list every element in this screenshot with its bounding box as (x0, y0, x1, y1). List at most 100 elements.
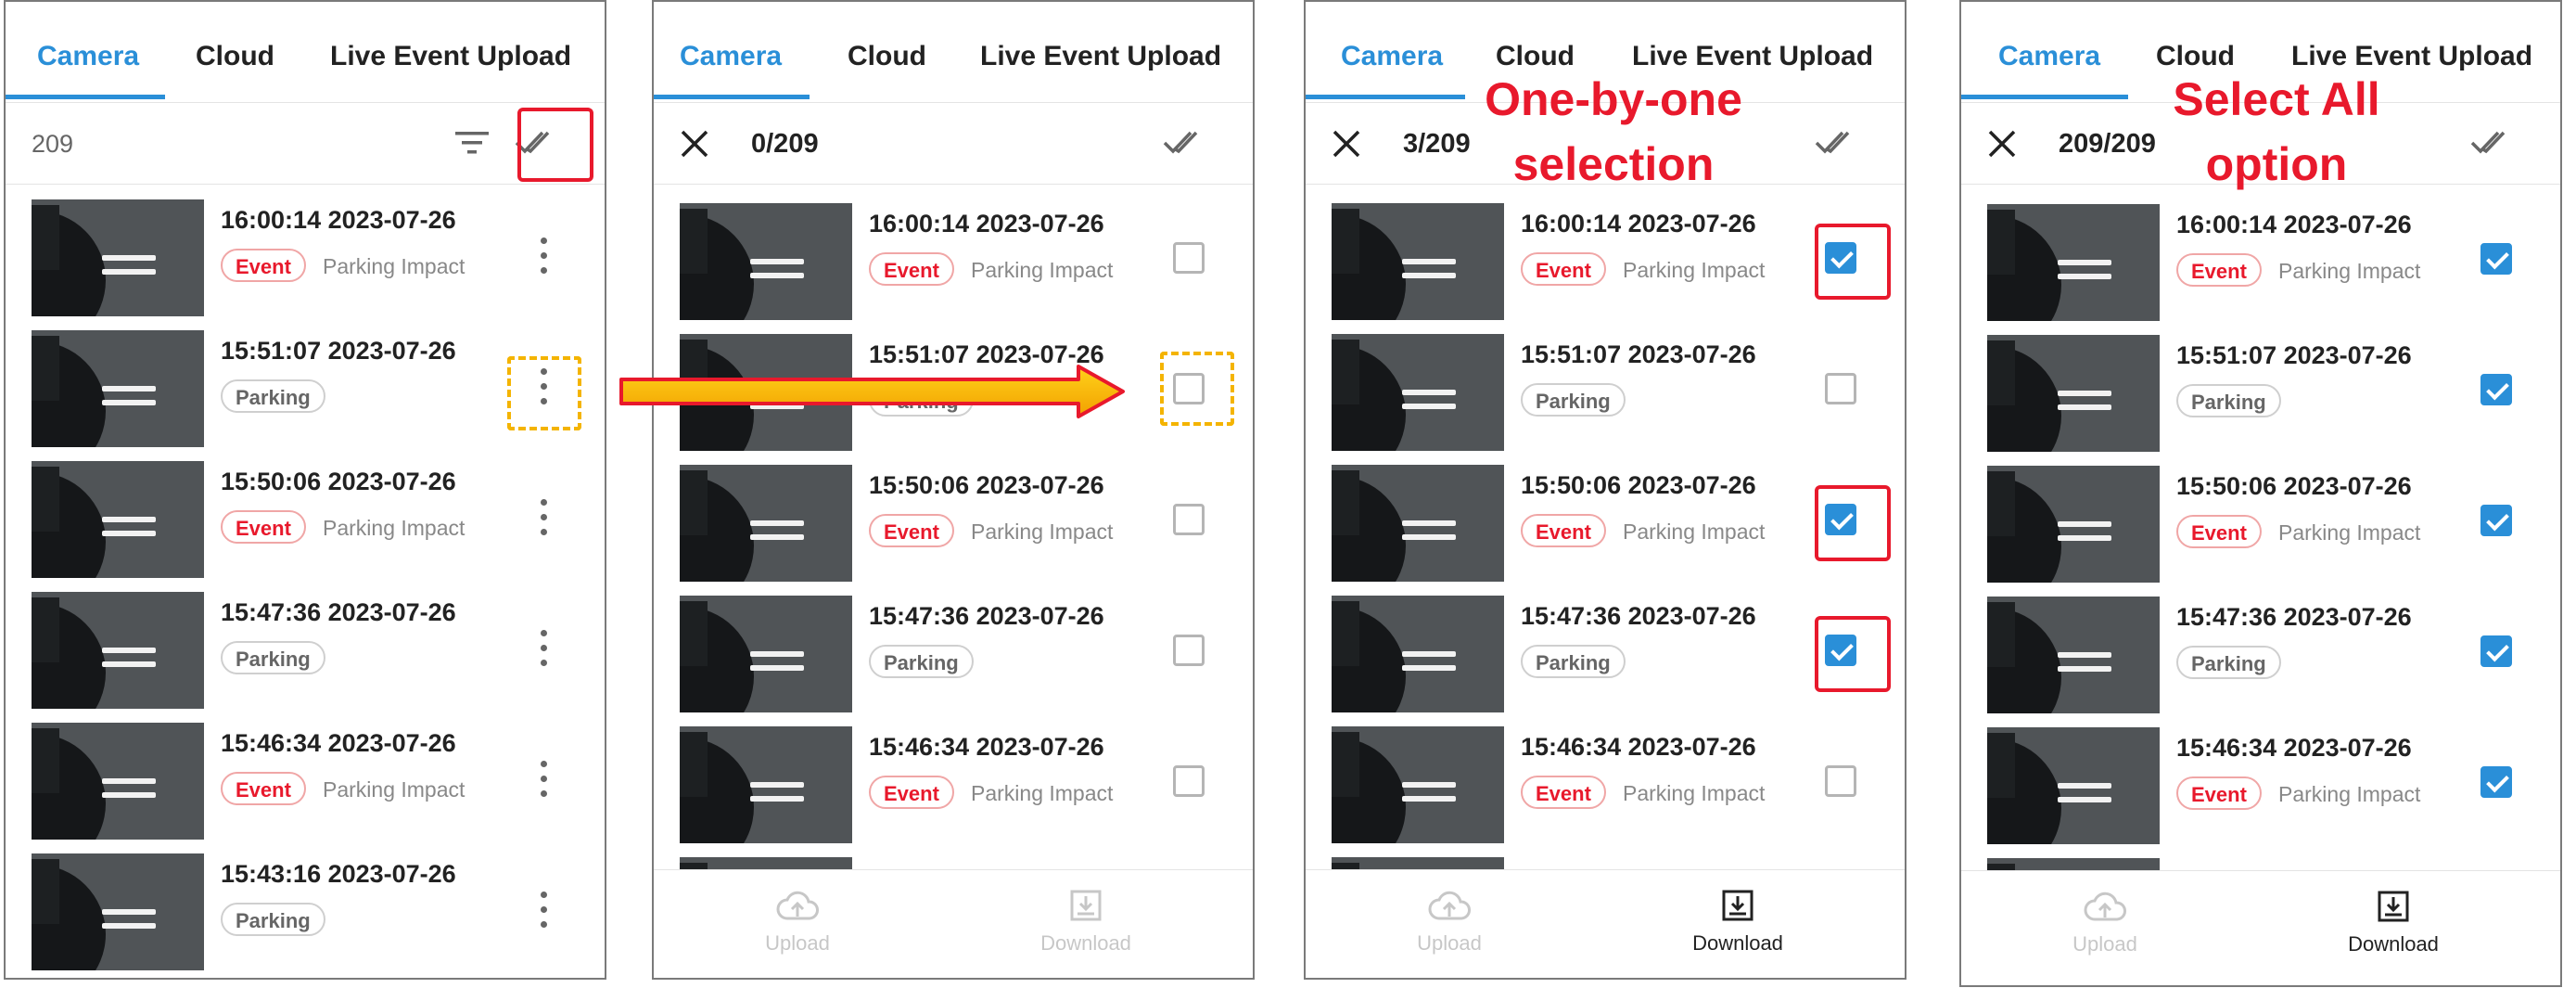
video-thumbnail (1332, 334, 1504, 451)
select-checkbox[interactable] (1825, 373, 1856, 404)
highlight-more-icon (507, 356, 581, 430)
video-type: Parking Impact (1623, 781, 1766, 805)
video-type: Parking Impact (323, 777, 465, 802)
video-time: 16:00:14 2023-07-26 (869, 210, 1104, 237)
panel-list-view: Camera Cloud Live Event Upload 209 16:00… (4, 0, 606, 980)
upload-button[interactable]: Upload (2012, 890, 2198, 956)
highlight-checked-box (1815, 224, 1891, 300)
list-item[interactable]: 15:47:36 2023-07-26 Parking (654, 591, 1253, 721)
panel-select-mode: Camera Cloud Live Event Upload 0/209 16:… (652, 0, 1255, 980)
download-button[interactable]: Download (1645, 889, 1830, 956)
tab-live-event-upload[interactable]: Live Event Upload (980, 41, 1221, 72)
video-thumbnail (1332, 465, 1504, 582)
select-checkbox[interactable] (2480, 505, 2512, 536)
download-label: Download (1040, 931, 1131, 955)
select-checkbox[interactable] (1173, 765, 1205, 797)
tab-live-event-upload[interactable]: Live Event Upload (330, 41, 571, 72)
tab-camera[interactable]: Camera (680, 41, 782, 72)
tab-camera[interactable]: Camera (37, 41, 139, 72)
video-time: 16:00:14 2023-07-26 (2176, 211, 2412, 238)
download-button[interactable]: Download (2301, 890, 2486, 956)
highlight-select-all-icon (517, 108, 593, 182)
video-type: Parking Impact (1623, 520, 1766, 544)
list-item[interactable]: 15:46:34 2023-07-26 Event Parking Impact (1961, 723, 2560, 853)
video-thumbnail (1332, 203, 1504, 320)
list-item[interactable]: 15:43:16 2023-07-26 Parking (6, 849, 605, 978)
select-checkbox[interactable] (1173, 635, 1205, 666)
upload-button[interactable]: Upload (705, 889, 890, 956)
action-footer: Upload Download (654, 869, 1253, 978)
tab-cloud[interactable]: Cloud (848, 41, 926, 72)
list-item[interactable]: 16:00:14 2023-07-26 Event Parking Impact (1961, 199, 2560, 329)
video-thumbnail (1987, 335, 2160, 452)
more-vertical-icon[interactable] (539, 892, 548, 932)
annotation-line: Select All (2173, 73, 2380, 125)
list-item[interactable]: 15:47:36 2023-07-26 Parking (1961, 592, 2560, 722)
video-time: 15:47:36 2023-07-26 (1521, 602, 1756, 630)
event-badge: Event (2176, 515, 2262, 548)
upload-button[interactable]: Upload (1357, 889, 1542, 956)
double-check-icon[interactable] (1163, 129, 1205, 155)
list-item[interactable]: 16:00:14 2023-07-26 Event Parking Impact (654, 199, 1253, 328)
select-checkbox[interactable] (2480, 374, 2512, 405)
tab-underline (654, 95, 810, 99)
close-icon[interactable] (1987, 129, 2017, 159)
arrow-right-icon (619, 365, 1125, 418)
tab-cloud[interactable]: Cloud (196, 41, 274, 72)
video-type: Parking Impact (2278, 259, 2421, 283)
list-item[interactable]: 15:47:36 2023-07-26 Parking (6, 587, 605, 717)
list-item[interactable]: 15:46:34 2023-07-26 Event Parking Impact (654, 722, 1253, 852)
parking-badge: Parking (869, 645, 974, 678)
double-check-icon[interactable] (1815, 129, 1857, 155)
double-check-icon[interactable] (2470, 129, 2513, 155)
parking-badge: Parking (221, 903, 325, 936)
list-item[interactable]: 15:46:34 2023-07-26 Event Parking Impact (6, 718, 605, 848)
list-item[interactable]: 15:50:06 2023-07-26 Event Parking Impact (1961, 461, 2560, 591)
video-thumbnail (1987, 466, 2160, 583)
list-item[interactable]: 15:50:06 2023-07-26 Event Parking Impact (654, 460, 1253, 590)
download-icon (1722, 890, 1753, 921)
video-thumbnail (32, 199, 204, 316)
more-vertical-icon[interactable] (539, 630, 548, 671)
file-count: 209 (32, 130, 74, 158)
upload-label: Upload (2072, 932, 2137, 956)
select-checkbox[interactable] (2480, 635, 2512, 667)
more-vertical-icon[interactable] (539, 499, 548, 540)
event-badge: Event (1521, 514, 1606, 547)
select-checkbox[interactable] (1825, 765, 1856, 797)
more-vertical-icon[interactable] (539, 761, 548, 802)
list-item[interactable]: 15:50:06 2023-07-26 Event Parking Impact (6, 456, 605, 586)
event-badge: Event (2176, 253, 2262, 287)
list-item[interactable]: 15:51:07 2023-07-26 Parking (1306, 329, 1905, 459)
close-icon[interactable] (1332, 129, 1361, 159)
tab-underline (1306, 95, 1465, 99)
video-time: 15:50:06 2023-07-26 (2176, 472, 2412, 500)
video-thumbnail (32, 461, 204, 578)
select-checkbox[interactable] (2480, 243, 2512, 275)
more-vertical-icon[interactable] (539, 237, 548, 278)
video-thumbnail (1987, 727, 2160, 844)
download-button[interactable]: Download (993, 889, 1179, 956)
select-checkbox[interactable] (2480, 766, 2512, 798)
annotation-select-all: Select All option (2137, 67, 2416, 197)
filter-icon[interactable] (453, 126, 491, 160)
tab-underline (1961, 95, 2128, 99)
video-thumbnail (680, 203, 852, 320)
selection-count: 3/209 (1403, 129, 1471, 159)
event-badge: Event (221, 510, 306, 544)
video-time: 15:43:16 2023-07-26 (221, 860, 456, 888)
tab-camera[interactable]: Camera (1998, 41, 2100, 72)
list-item[interactable]: 15:46:34 2023-07-26 Event Parking Impact (1306, 722, 1905, 852)
action-footer: Upload Download (1961, 870, 2560, 985)
tab-camera[interactable]: Camera (1341, 41, 1443, 72)
highlight-checkbox (1160, 352, 1234, 426)
close-icon[interactable] (680, 129, 709, 159)
list-item[interactable]: 15:51:07 2023-07-26 Parking (1961, 330, 2560, 460)
list-toolbar: 209 (6, 104, 605, 185)
event-badge: Event (869, 252, 954, 286)
video-time: 15:47:36 2023-07-26 (869, 602, 1104, 630)
select-checkbox[interactable] (1173, 242, 1205, 274)
video-thumbnail (680, 596, 852, 712)
list-item[interactable]: 16:00:14 2023-07-26 Event Parking Impact (6, 195, 605, 325)
select-checkbox[interactable] (1173, 504, 1205, 535)
